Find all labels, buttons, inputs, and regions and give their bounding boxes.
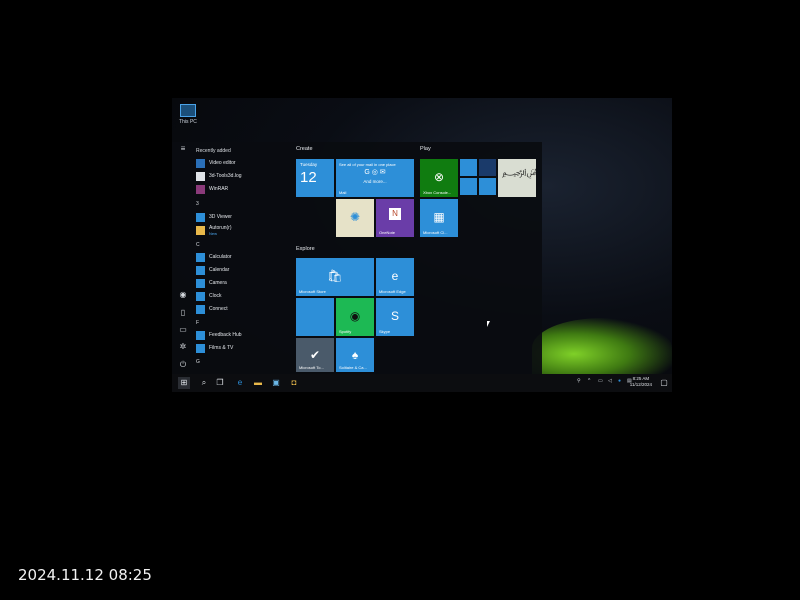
- user-icon[interactable]: ◉: [178, 290, 188, 300]
- office-icon: N: [389, 208, 401, 220]
- store-tile[interactable]: 🛍 Microsoft Store: [296, 258, 374, 296]
- calculator-icon: [196, 252, 205, 262]
- skype-icon: S: [390, 309, 399, 324]
- list-item[interactable]: WinRAR: [196, 184, 228, 194]
- document-icon[interactable]: ▯: [178, 308, 188, 318]
- solitaire-tile[interactable]: ♠ Solitaire & Ca...: [336, 338, 374, 372]
- calendar-icon: [196, 265, 205, 275]
- edge-tile[interactable]: e Microsoft Edge: [376, 258, 414, 296]
- notification-icon[interactable]: ▢: [658, 377, 670, 389]
- paint-icon: ✺: [349, 210, 361, 225]
- monitor-icon: [180, 104, 196, 117]
- shopping-bag-icon[interactable]: ◘: [288, 377, 300, 389]
- section-letter-f[interactable]: F: [196, 320, 199, 326]
- file-icon: [196, 171, 205, 181]
- camera-icon: [196, 278, 205, 288]
- spotify-icon: ◉: [349, 309, 361, 324]
- list-item[interactable]: 3D Viewer: [196, 212, 232, 222]
- onenote-tile[interactable]: N OneNote: [376, 199, 414, 237]
- taskbar-clock[interactable]: 8:25 AM 11/12/2024: [630, 376, 652, 388]
- cards-icon: ♠: [351, 348, 359, 363]
- list-item[interactable]: Calculator: [196, 252, 232, 262]
- calendar-tile[interactable]: Tuesday 12: [296, 159, 334, 197]
- calligraphy-image: ﷽: [502, 165, 536, 181]
- list-item[interactable]: 3d-Tools3d.log: [196, 171, 242, 181]
- paint-tile[interactable]: ✺: [336, 199, 374, 237]
- chevron-up-icon[interactable]: ^: [588, 378, 590, 384]
- xbox-icon: ⊗: [433, 170, 445, 185]
- camera-timestamp: 2024.11.12 08:25: [18, 566, 152, 584]
- list-item[interactable]: Autorun(r) New: [196, 225, 232, 236]
- movies-mini-tile[interactable]: [460, 159, 477, 176]
- wifi-icon[interactable]: ●: [618, 378, 621, 384]
- start-menu: ≡ ◉ ▯ ▭ ✲ ⏻ Recently added Video editor …: [172, 142, 542, 374]
- section-letter-3[interactable]: 3: [196, 201, 199, 207]
- list-item[interactable]: Films & TV: [196, 343, 233, 353]
- battery-icon[interactable]: ▭: [598, 378, 603, 384]
- app-list: Recently added Video editor 3d-Tools3d.l…: [194, 144, 290, 374]
- photos-tile[interactable]: ﷽: [498, 159, 536, 197]
- group-play[interactable]: Play: [420, 146, 431, 152]
- skype-tile[interactable]: S Skype: [376, 298, 414, 336]
- mouse-cursor: [487, 321, 490, 327]
- xbox-tile[interactable]: ⊗ Xbox Console...: [420, 159, 458, 197]
- group-create[interactable]: Create: [296, 146, 313, 152]
- films-icon: [196, 343, 205, 353]
- start-rail: ≡ ◉ ▯ ▭ ✲ ⏻: [172, 142, 194, 374]
- calculator-mini-tile[interactable]: [460, 178, 477, 195]
- folder-icon: [196, 225, 205, 235]
- clip-icon: ▦: [433, 210, 445, 225]
- winrar-icon: [196, 184, 205, 194]
- list-item[interactable]: Feedback Hub: [196, 330, 242, 340]
- ms-clip-tile[interactable]: ▦ Microsoft Cl...: [420, 199, 458, 237]
- cube-icon: [196, 212, 205, 222]
- group-explore[interactable]: Explore: [296, 246, 315, 252]
- spotify-tile[interactable]: ◉ Spotify: [336, 298, 374, 336]
- network-icon[interactable]: ⚲: [577, 378, 581, 384]
- list-item[interactable]: Camera: [196, 278, 227, 288]
- edge-icon[interactable]: e: [234, 377, 246, 389]
- settings-gear-icon[interactable]: ✲: [178, 342, 188, 352]
- weather-tile[interactable]: [296, 298, 334, 336]
- search-icon[interactable]: ⌕: [198, 377, 210, 389]
- groove-mini-tile[interactable]: [479, 159, 496, 176]
- store-icon[interactable]: ▣: [270, 377, 282, 389]
- list-item[interactable]: Calendar: [196, 265, 229, 275]
- maps-mini-tile[interactable]: [479, 178, 496, 195]
- hamburger-icon[interactable]: ≡: [178, 144, 188, 154]
- checkmark-icon: ✔: [309, 348, 321, 363]
- mail-provider-icons: G ◎ ✉: [364, 169, 386, 176]
- task-view-icon[interactable]: ❐: [214, 377, 226, 389]
- list-item[interactable]: Video editor: [196, 158, 236, 168]
- mail-tile[interactable]: See all of your mail in one place G ◎ ✉ …: [336, 159, 414, 197]
- desktop-icon-this-pc[interactable]: This PC: [176, 104, 200, 125]
- volume-icon[interactable]: ◁: [608, 378, 612, 384]
- power-icon[interactable]: ⏻: [178, 360, 188, 370]
- taskbar: ⊞ ⌕ ❐ e ▬ ▣ ◘ ⚲ ^ ▭ ◁ ● ▤ 8:25 AM 11/12/…: [172, 374, 672, 392]
- monitor-screen: This PC ≡ ◉ ▯ ▭ ✲ ⏻ Recently added Video…: [172, 98, 672, 392]
- video-editor-icon: [196, 158, 205, 168]
- list-item[interactable]: Connect: [196, 304, 228, 314]
- list-item[interactable]: Clock: [196, 291, 222, 301]
- connect-icon: [196, 304, 205, 314]
- feedback-icon: [196, 330, 205, 340]
- pictures-icon[interactable]: ▭: [178, 325, 188, 335]
- todo-tile[interactable]: ✔ Microsoft To...: [296, 338, 334, 372]
- file-explorer-icon[interactable]: ▬: [252, 377, 264, 389]
- recently-added-header: Recently added: [196, 148, 231, 154]
- edge-icon: e: [391, 269, 399, 284]
- clock-icon: [196, 291, 205, 301]
- section-letter-g[interactable]: G: [196, 359, 200, 365]
- section-letter-c[interactable]: C: [196, 242, 200, 248]
- windows-start-icon[interactable]: ⊞: [178, 377, 190, 389]
- wallpaper-tent-glow: [532, 318, 672, 378]
- store-bag-icon: 🛍: [327, 269, 343, 284]
